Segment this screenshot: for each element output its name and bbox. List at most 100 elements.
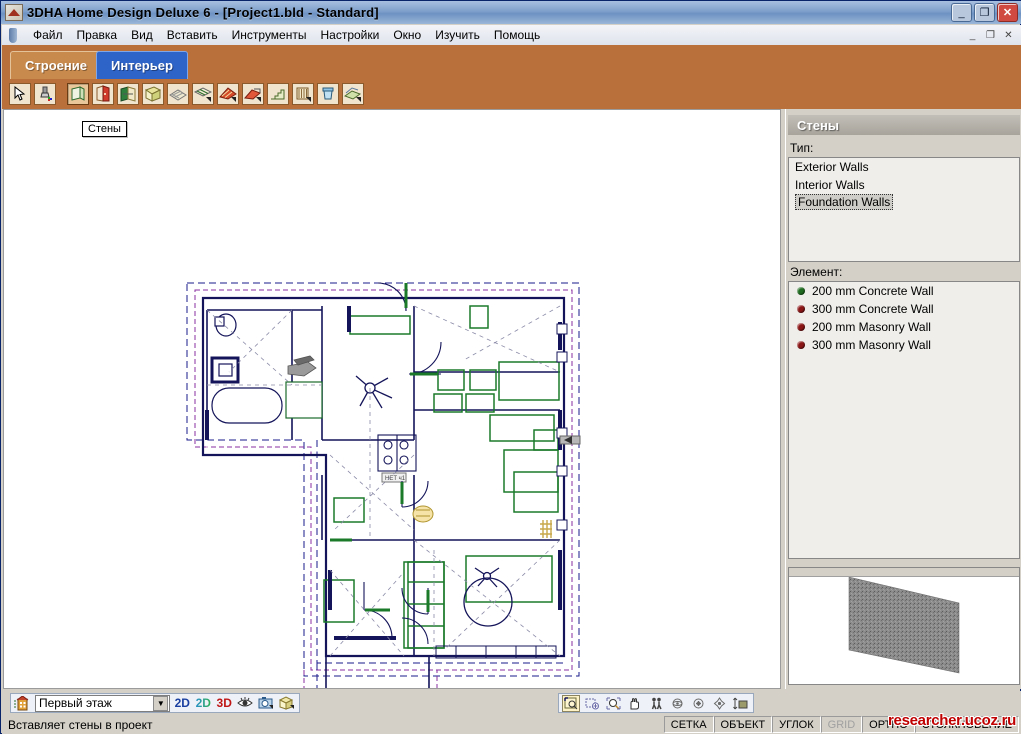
floor-plan-drawing: НЕТ ч1 xyxy=(186,282,581,688)
menu-insert[interactable]: Вставить xyxy=(160,26,225,44)
mode-tab-strip: Строение Интерьер xyxy=(2,45,1021,79)
ceiling-tool-icon[interactable] xyxy=(192,83,214,105)
column-tool-icon[interactable] xyxy=(317,83,339,105)
element-label-text: 200 mm Concrete Wall xyxy=(812,284,934,298)
tab-building[interactable]: Строение xyxy=(10,51,102,79)
door-tool-icon[interactable] xyxy=(92,83,114,105)
house-icon[interactable] xyxy=(5,4,23,21)
list-item-300mm-concrete-wall[interactable]: 300 mm Concrete Wall xyxy=(789,300,1019,318)
roof-edge-tool-icon[interactable] xyxy=(242,83,264,105)
element-label-text: 300 mm Concrete Wall xyxy=(812,302,934,316)
menu-file[interactable]: Файл xyxy=(26,26,70,44)
roof-tool-icon[interactable] xyxy=(217,83,239,105)
element-label-text: 300 mm Masonry Wall xyxy=(812,338,931,352)
tab-interior[interactable]: Интерьер xyxy=(96,51,188,79)
camera-icon[interactable] xyxy=(257,695,275,712)
mdi-restore-button[interactable]: ❐ xyxy=(983,28,998,42)
mdi-close-button[interactable]: ✕ xyxy=(1001,28,1016,42)
canvas-tooltip: Стены xyxy=(82,121,127,137)
status-hint: Вставляет стены в проект xyxy=(8,717,153,732)
orbit-icon[interactable] xyxy=(668,695,686,712)
status-dot-red xyxy=(797,341,805,349)
wall-material-preview xyxy=(788,567,1020,685)
preview-scrollbar[interactable] xyxy=(789,568,1019,577)
status-dot-red xyxy=(797,305,805,313)
view-2d-color-button[interactable]: 2D xyxy=(194,695,212,712)
watermark: researcher.ucoz.ru xyxy=(887,712,1016,729)
view-3d-label: 3D xyxy=(216,696,232,710)
status-field-grid[interactable]: GRID xyxy=(820,716,863,733)
floor-tool-icon[interactable] xyxy=(167,83,189,105)
eye-view-icon[interactable] xyxy=(236,695,254,712)
minimize-button[interactable]: _ xyxy=(951,3,972,22)
element-label-text: 200 mm Masonry Wall xyxy=(812,320,931,334)
menu-bar: Файл Правка Вид Вставить Инструменты Нас… xyxy=(2,25,1021,45)
status-dot-red xyxy=(797,323,805,331)
status-bar: Вставляет стены в проект СЕТКА ОБЪЕКТ УГ… xyxy=(2,715,1021,734)
stairs-tool-icon[interactable] xyxy=(267,83,289,105)
window-title: 3DHA Home Design Deluxe 6 - [Project1.bl… xyxy=(27,5,379,20)
menu-learn[interactable]: Изучить xyxy=(428,26,487,44)
view-2d-plan-label: 2D xyxy=(174,696,190,710)
walk-icon[interactable] xyxy=(647,695,665,712)
status-dot-green xyxy=(797,287,805,295)
bottom-toolbar: Первый этаж ▼ 2D 2D 3D xyxy=(2,691,1021,715)
view-2d-color-label: 2D xyxy=(195,696,211,710)
panel-header: Стены xyxy=(788,115,1020,135)
floor-selector-value: Первый этаж xyxy=(38,696,112,710)
type-label: Тип: xyxy=(790,141,814,155)
opening-tool-icon[interactable] xyxy=(142,83,164,105)
target-view-icon[interactable] xyxy=(711,695,729,712)
restore-button[interactable]: ❐ xyxy=(974,3,995,22)
properties-panel: Стены Тип: Exterior Walls Interior Walls… xyxy=(785,109,1021,689)
title-bar: 3DHA Home Design Deluxe 6 - [Project1.bl… xyxy=(1,1,1021,24)
rotate-view-icon[interactable] xyxy=(689,695,707,712)
mdi-minimize-button[interactable]: _ xyxy=(965,28,980,42)
status-field-angle-snap[interactable]: УГЛОК xyxy=(772,716,821,733)
list-item-200mm-masonry-wall[interactable]: 200 mm Masonry Wall xyxy=(789,318,1019,336)
status-field-grid-snap[interactable]: СЕТКА xyxy=(663,716,714,733)
menu-window[interactable]: Окно xyxy=(386,26,428,44)
menu-tools[interactable]: Инструменты xyxy=(225,26,314,44)
view-3d-button[interactable]: 3D xyxy=(215,695,233,712)
floor-selector[interactable]: Первый этаж ▼ xyxy=(34,694,171,712)
zoom-extents-icon[interactable] xyxy=(583,695,601,712)
floor-view-group: Первый этаж ▼ 2D 2D 3D xyxy=(10,693,300,713)
list-item-exterior-walls[interactable]: Exterior Walls xyxy=(789,158,1019,176)
list-item-300mm-masonry-wall[interactable]: 300 mm Masonry Wall xyxy=(789,336,1019,354)
element-label: Элемент: xyxy=(790,265,843,279)
view-2d-plan-button[interactable]: 2D xyxy=(173,695,191,712)
select-arrow-icon[interactable] xyxy=(9,83,31,105)
pan-hand-icon[interactable] xyxy=(626,695,644,712)
mdi-window-controls: _ ❐ ✕ xyxy=(965,28,1021,42)
chevron-down-icon[interactable]: ▼ xyxy=(153,695,169,711)
wall-3d-thumbnail xyxy=(789,576,1019,676)
wall-element-list[interactable]: 200 mm Concrete Wall 300 mm Concrete Wal… xyxy=(788,281,1020,559)
application-window: 3DHA Home Design Deluxe 6 - [Project1.bl… xyxy=(0,0,1021,734)
list-item-200mm-concrete-wall[interactable]: 200 mm Concrete Wall xyxy=(789,282,1019,300)
window-controls: _ ❐ ✕ xyxy=(951,3,1020,22)
zoom-in-out-icon[interactable] xyxy=(605,695,623,712)
status-field-object-snap[interactable]: ОБЪЕКТ xyxy=(713,716,773,733)
close-button[interactable]: ✕ xyxy=(997,3,1018,22)
menu-view[interactable]: Вид xyxy=(124,26,160,44)
cube-3d-icon[interactable] xyxy=(278,695,296,712)
wall-tool-icon[interactable] xyxy=(67,83,89,105)
list-item-interior-walls[interactable]: Interior Walls xyxy=(789,176,1019,194)
panel-title: Стены xyxy=(797,117,839,133)
building-floor-icon[interactable] xyxy=(14,695,32,712)
wall-type-list[interactable]: Exterior Walls Interior Walls Foundation… xyxy=(788,157,1020,262)
document-icon[interactable] xyxy=(5,27,21,44)
paint-brush-icon[interactable] xyxy=(34,83,56,105)
menu-help[interactable]: Помощь xyxy=(487,26,547,44)
menu-edit[interactable]: Правка xyxy=(70,26,125,44)
railing-tool-icon[interactable] xyxy=(292,83,314,105)
building-toolbar xyxy=(2,79,1021,109)
floor-plan-canvas[interactable]: Стены НЕТ ч1 xyxy=(3,109,781,689)
menu-settings[interactable]: Настройки xyxy=(313,26,386,44)
zoom-window-icon[interactable] xyxy=(562,694,581,712)
window-tool-icon[interactable] xyxy=(117,83,139,105)
list-item-foundation-walls[interactable]: Foundation Walls xyxy=(795,194,894,210)
terrain-tool-icon[interactable] xyxy=(342,83,364,105)
elevation-view-icon[interactable] xyxy=(732,695,750,712)
